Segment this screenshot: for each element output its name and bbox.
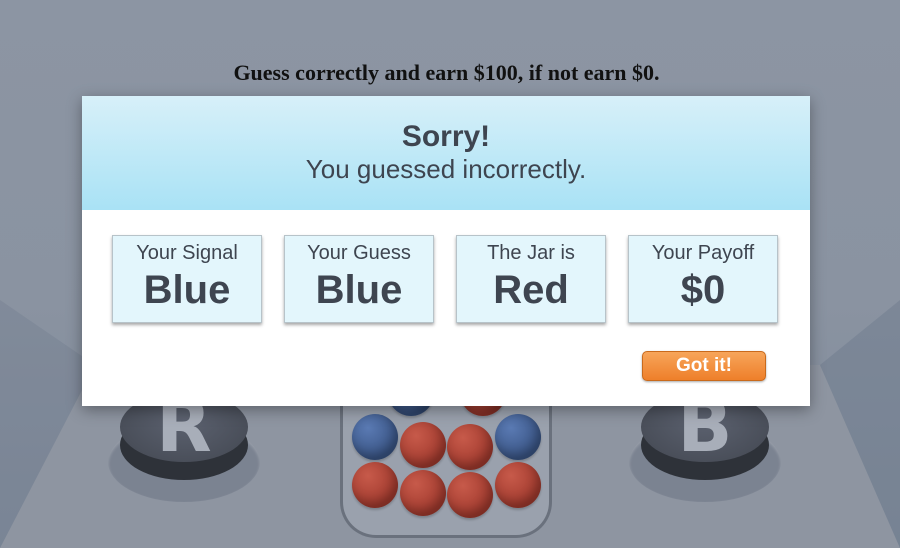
jar-ball <box>400 422 446 468</box>
card-value: Red <box>493 268 569 312</box>
result-dialog: Sorry! You guessed incorrectly. Your Sig… <box>82 96 810 406</box>
instruction-text: Guess correctly and earn $100, if not ea… <box>233 60 660 85</box>
jar-ball <box>495 462 541 508</box>
guess-card: Your Guess Blue <box>284 235 434 323</box>
card-label: Your Guess <box>307 242 411 264</box>
card-label: Your Signal <box>136 242 238 264</box>
card-label: Your Payoff <box>651 242 755 264</box>
card-label: The Jar is <box>487 242 575 264</box>
dialog-title: Sorry! <box>401 120 491 153</box>
payoff-card: Your Payoff $0 <box>628 235 778 323</box>
card-value: $0 <box>680 268 726 312</box>
signal-card: Your Signal Blue <box>112 235 262 323</box>
dialog-subtitle: You guessed incorrectly. <box>305 154 587 184</box>
got-it-button[interactable]: Got it! <box>642 351 766 381</box>
jar-ball <box>352 462 398 508</box>
jar-ball <box>447 424 493 470</box>
red-guess-button[interactable]: R <box>108 386 260 504</box>
jar-ball <box>447 472 493 518</box>
blue-guess-button[interactable]: B <box>629 386 781 504</box>
jar-ball <box>400 470 446 516</box>
card-value: Blue <box>143 268 231 312</box>
card-value: Blue <box>315 268 403 312</box>
jar-ball <box>352 414 398 460</box>
jar-card: The Jar is Red <box>456 235 606 323</box>
jar-ball <box>495 414 541 460</box>
dialog-header: Sorry! You guessed incorrectly. <box>82 96 810 210</box>
